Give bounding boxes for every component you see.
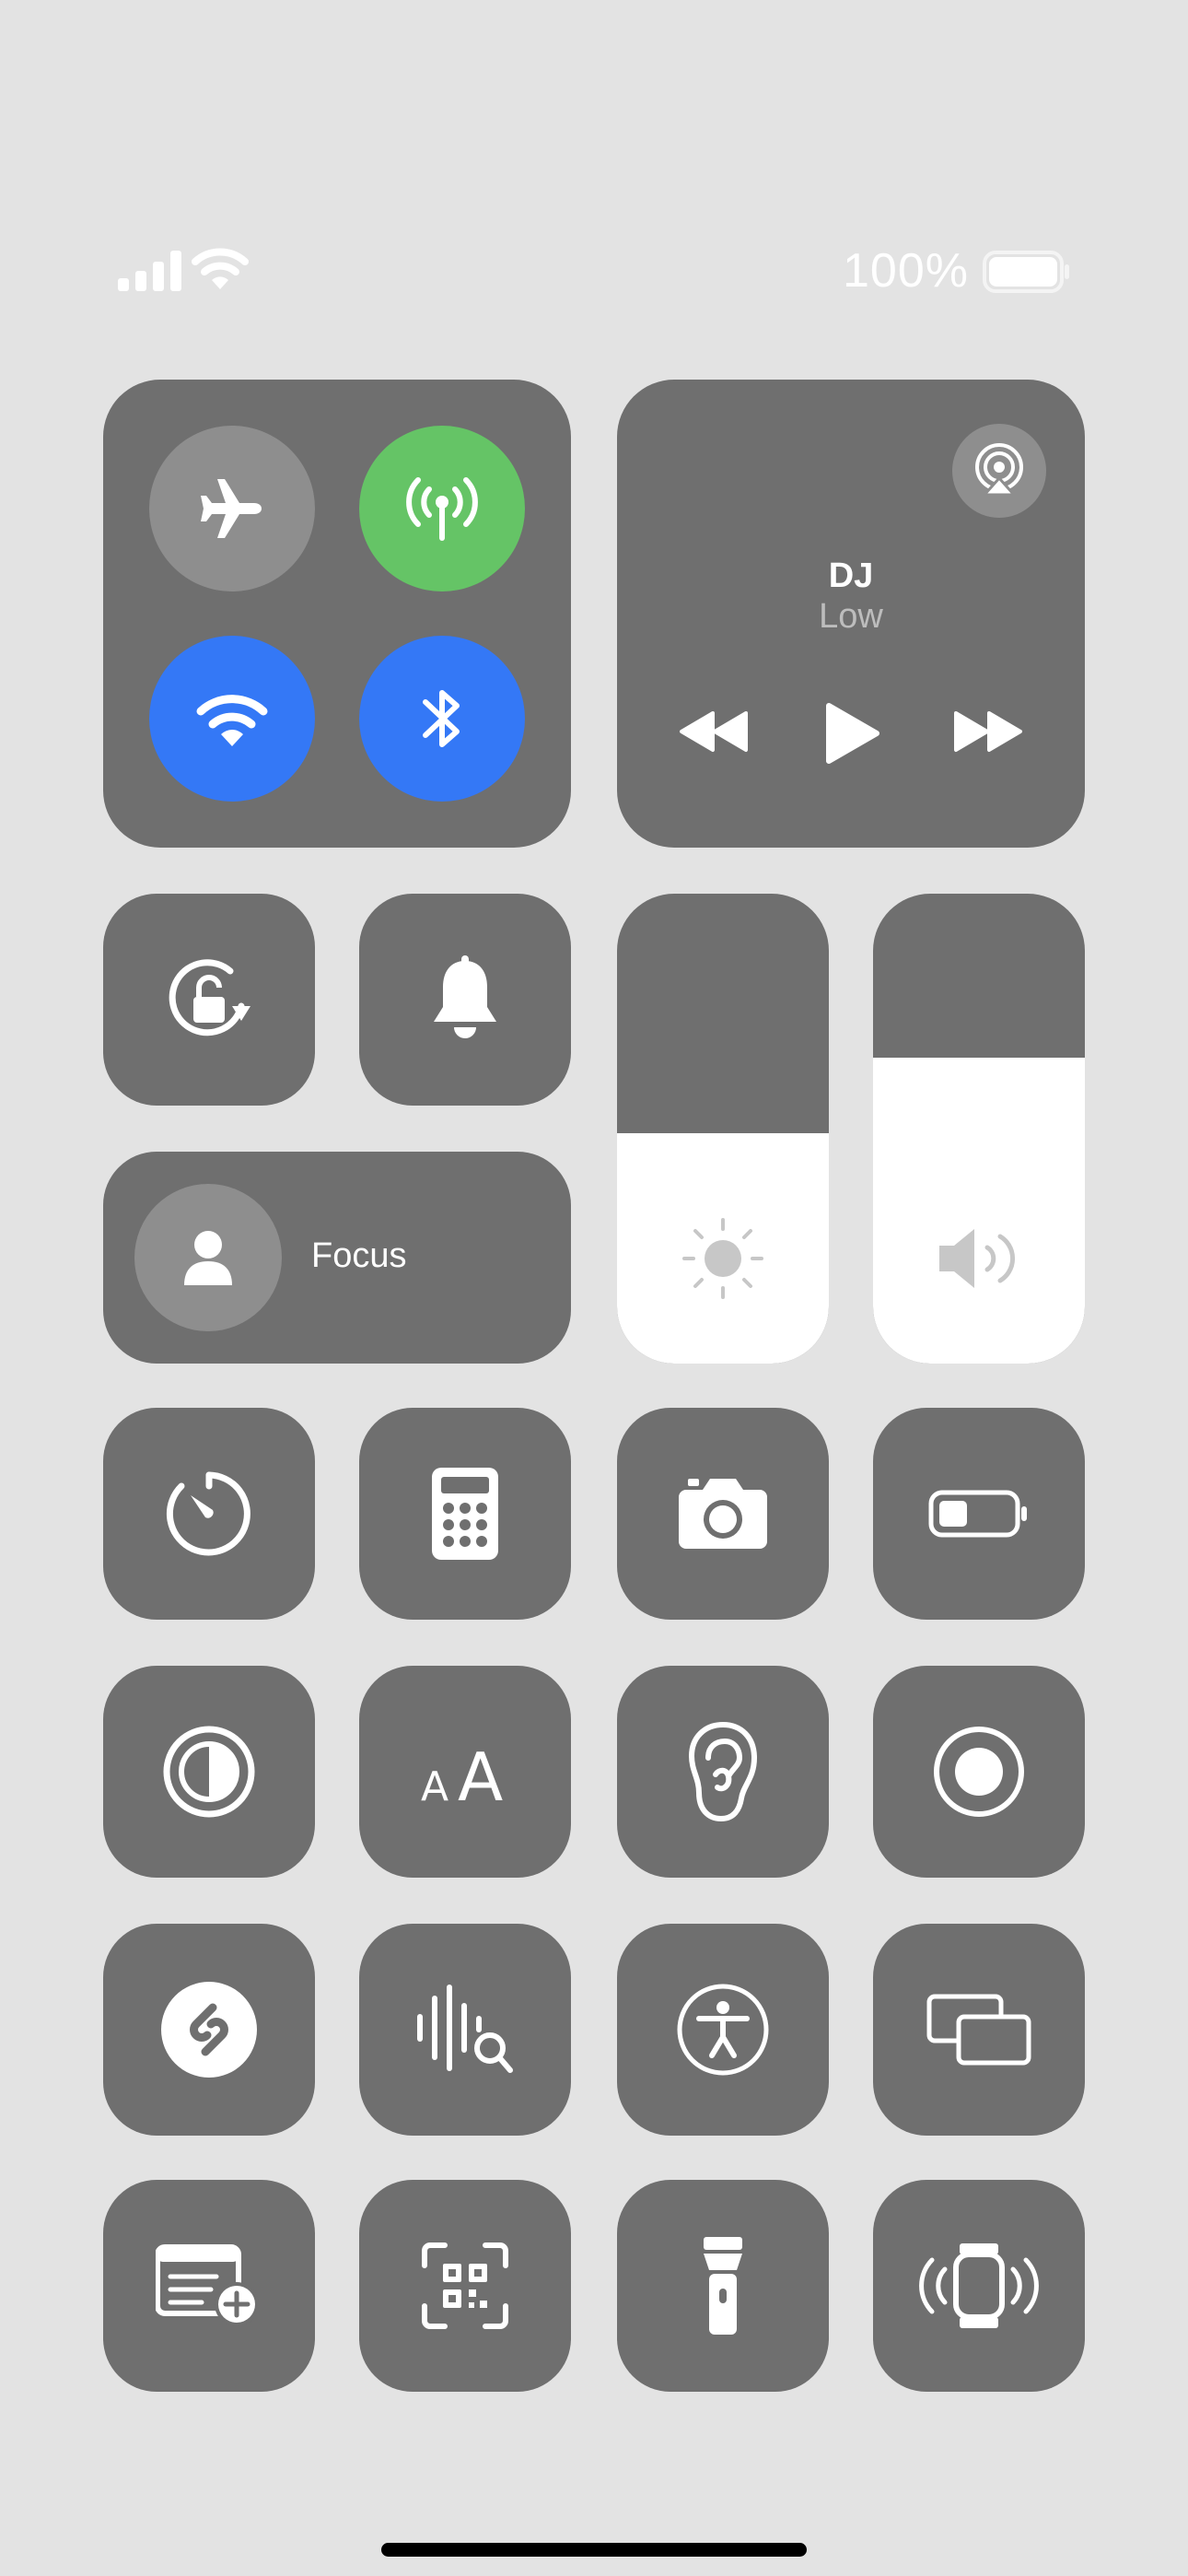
- camera-button[interactable]: [617, 1408, 829, 1620]
- status-bar: 100%: [0, 230, 1188, 313]
- timer-icon: [163, 1468, 255, 1560]
- calculator-icon: [432, 1468, 498, 1560]
- bluetooth-button[interactable]: [359, 636, 525, 802]
- ping-watch-button[interactable]: [873, 2180, 1085, 2392]
- bell-icon: [428, 955, 502, 1044]
- focus-label: Focus: [311, 1236, 407, 1275]
- flashlight-icon: [700, 2235, 746, 2336]
- screen-record-icon: [931, 1724, 1027, 1820]
- low-power-mode-icon: [928, 1490, 1030, 1538]
- brightness-slider[interactable]: [617, 894, 829, 1364]
- low-power-mode-button[interactable]: [873, 1408, 1085, 1620]
- camera-icon: [677, 1477, 769, 1551]
- quick-note-button[interactable]: [103, 2180, 315, 2392]
- dark-mode-button[interactable]: [103, 1666, 315, 1878]
- track-title: DJ: [828, 556, 874, 595]
- text-size-icon: A A: [419, 1739, 511, 1804]
- orientation-lock-button[interactable]: [103, 894, 315, 1106]
- svg-text:A: A: [458, 1739, 503, 1804]
- accessibility-shortcut-icon: [675, 1982, 771, 2078]
- battery-icon: [983, 251, 1071, 293]
- text-size-button[interactable]: A A: [359, 1666, 571, 1878]
- quick-note-icon: [156, 2242, 262, 2330]
- cellular-signal-icon: [118, 251, 184, 291]
- home-indicator[interactable]: [381, 2543, 807, 2557]
- shazam-button[interactable]: [103, 1924, 315, 2136]
- airplay-button[interactable]: [952, 424, 1046, 518]
- timer-button[interactable]: [103, 1408, 315, 1620]
- airplane-icon: [195, 472, 269, 545]
- code-scanner-button[interactable]: [359, 2180, 571, 2392]
- dark-mode-icon: [161, 1724, 257, 1820]
- calculator-button[interactable]: [359, 1408, 571, 1620]
- hearing-button[interactable]: [617, 1666, 829, 1878]
- battery-percentage: 100%: [843, 244, 969, 298]
- fast-forward-icon: [952, 709, 1024, 754]
- play-button[interactable]: [823, 702, 880, 765]
- connectivity-module: [103, 380, 571, 848]
- rotation-lock-icon: [158, 949, 260, 1050]
- ping-watch-icon: [919, 2242, 1039, 2330]
- screen-mirroring-icon: [926, 1993, 1032, 2067]
- volume-slider[interactable]: [873, 894, 1085, 1364]
- sun-icon: [681, 1216, 765, 1301]
- speaker-icon: [936, 1224, 1024, 1294]
- track-subtitle: Low: [819, 597, 883, 636]
- hearing-icon: [686, 1721, 760, 1822]
- wifi-button[interactable]: [149, 636, 315, 802]
- svg-text:A: A: [421, 1763, 448, 1804]
- sound-recognition-button[interactable]: [359, 1924, 571, 2136]
- cellular-data-button[interactable]: [359, 426, 525, 591]
- focus-button[interactable]: Focus: [103, 1152, 571, 1364]
- airplay-icon: [970, 441, 1029, 500]
- rewind-button[interactable]: [678, 709, 750, 754]
- bluetooth-icon: [414, 682, 470, 755]
- silent-mode-button[interactable]: [359, 894, 571, 1106]
- accessibility-shortcut-button[interactable]: [617, 1924, 829, 2136]
- wifi-icon: [195, 689, 269, 748]
- screen-mirroring-button[interactable]: [873, 1924, 1085, 2136]
- airplane-mode-button[interactable]: [149, 426, 315, 591]
- play-icon: [823, 702, 880, 765]
- volume-fill: [873, 1058, 1085, 1364]
- fast-forward-button[interactable]: [952, 709, 1024, 754]
- sound-recognition-icon: [414, 1984, 516, 2076]
- cellular-data-icon: [401, 467, 483, 550]
- flashlight-button[interactable]: [617, 2180, 829, 2392]
- person-icon: [181, 1228, 236, 1287]
- screen-record-button[interactable]: [873, 1666, 1085, 1878]
- shazam-icon: [159, 1980, 259, 2079]
- focus-icon-circle: [134, 1184, 282, 1331]
- now-playing-module[interactable]: DJ Low: [617, 380, 1085, 848]
- wifi-status-icon: [192, 245, 249, 291]
- code-scanner-icon: [421, 2242, 509, 2330]
- rewind-icon: [678, 709, 750, 754]
